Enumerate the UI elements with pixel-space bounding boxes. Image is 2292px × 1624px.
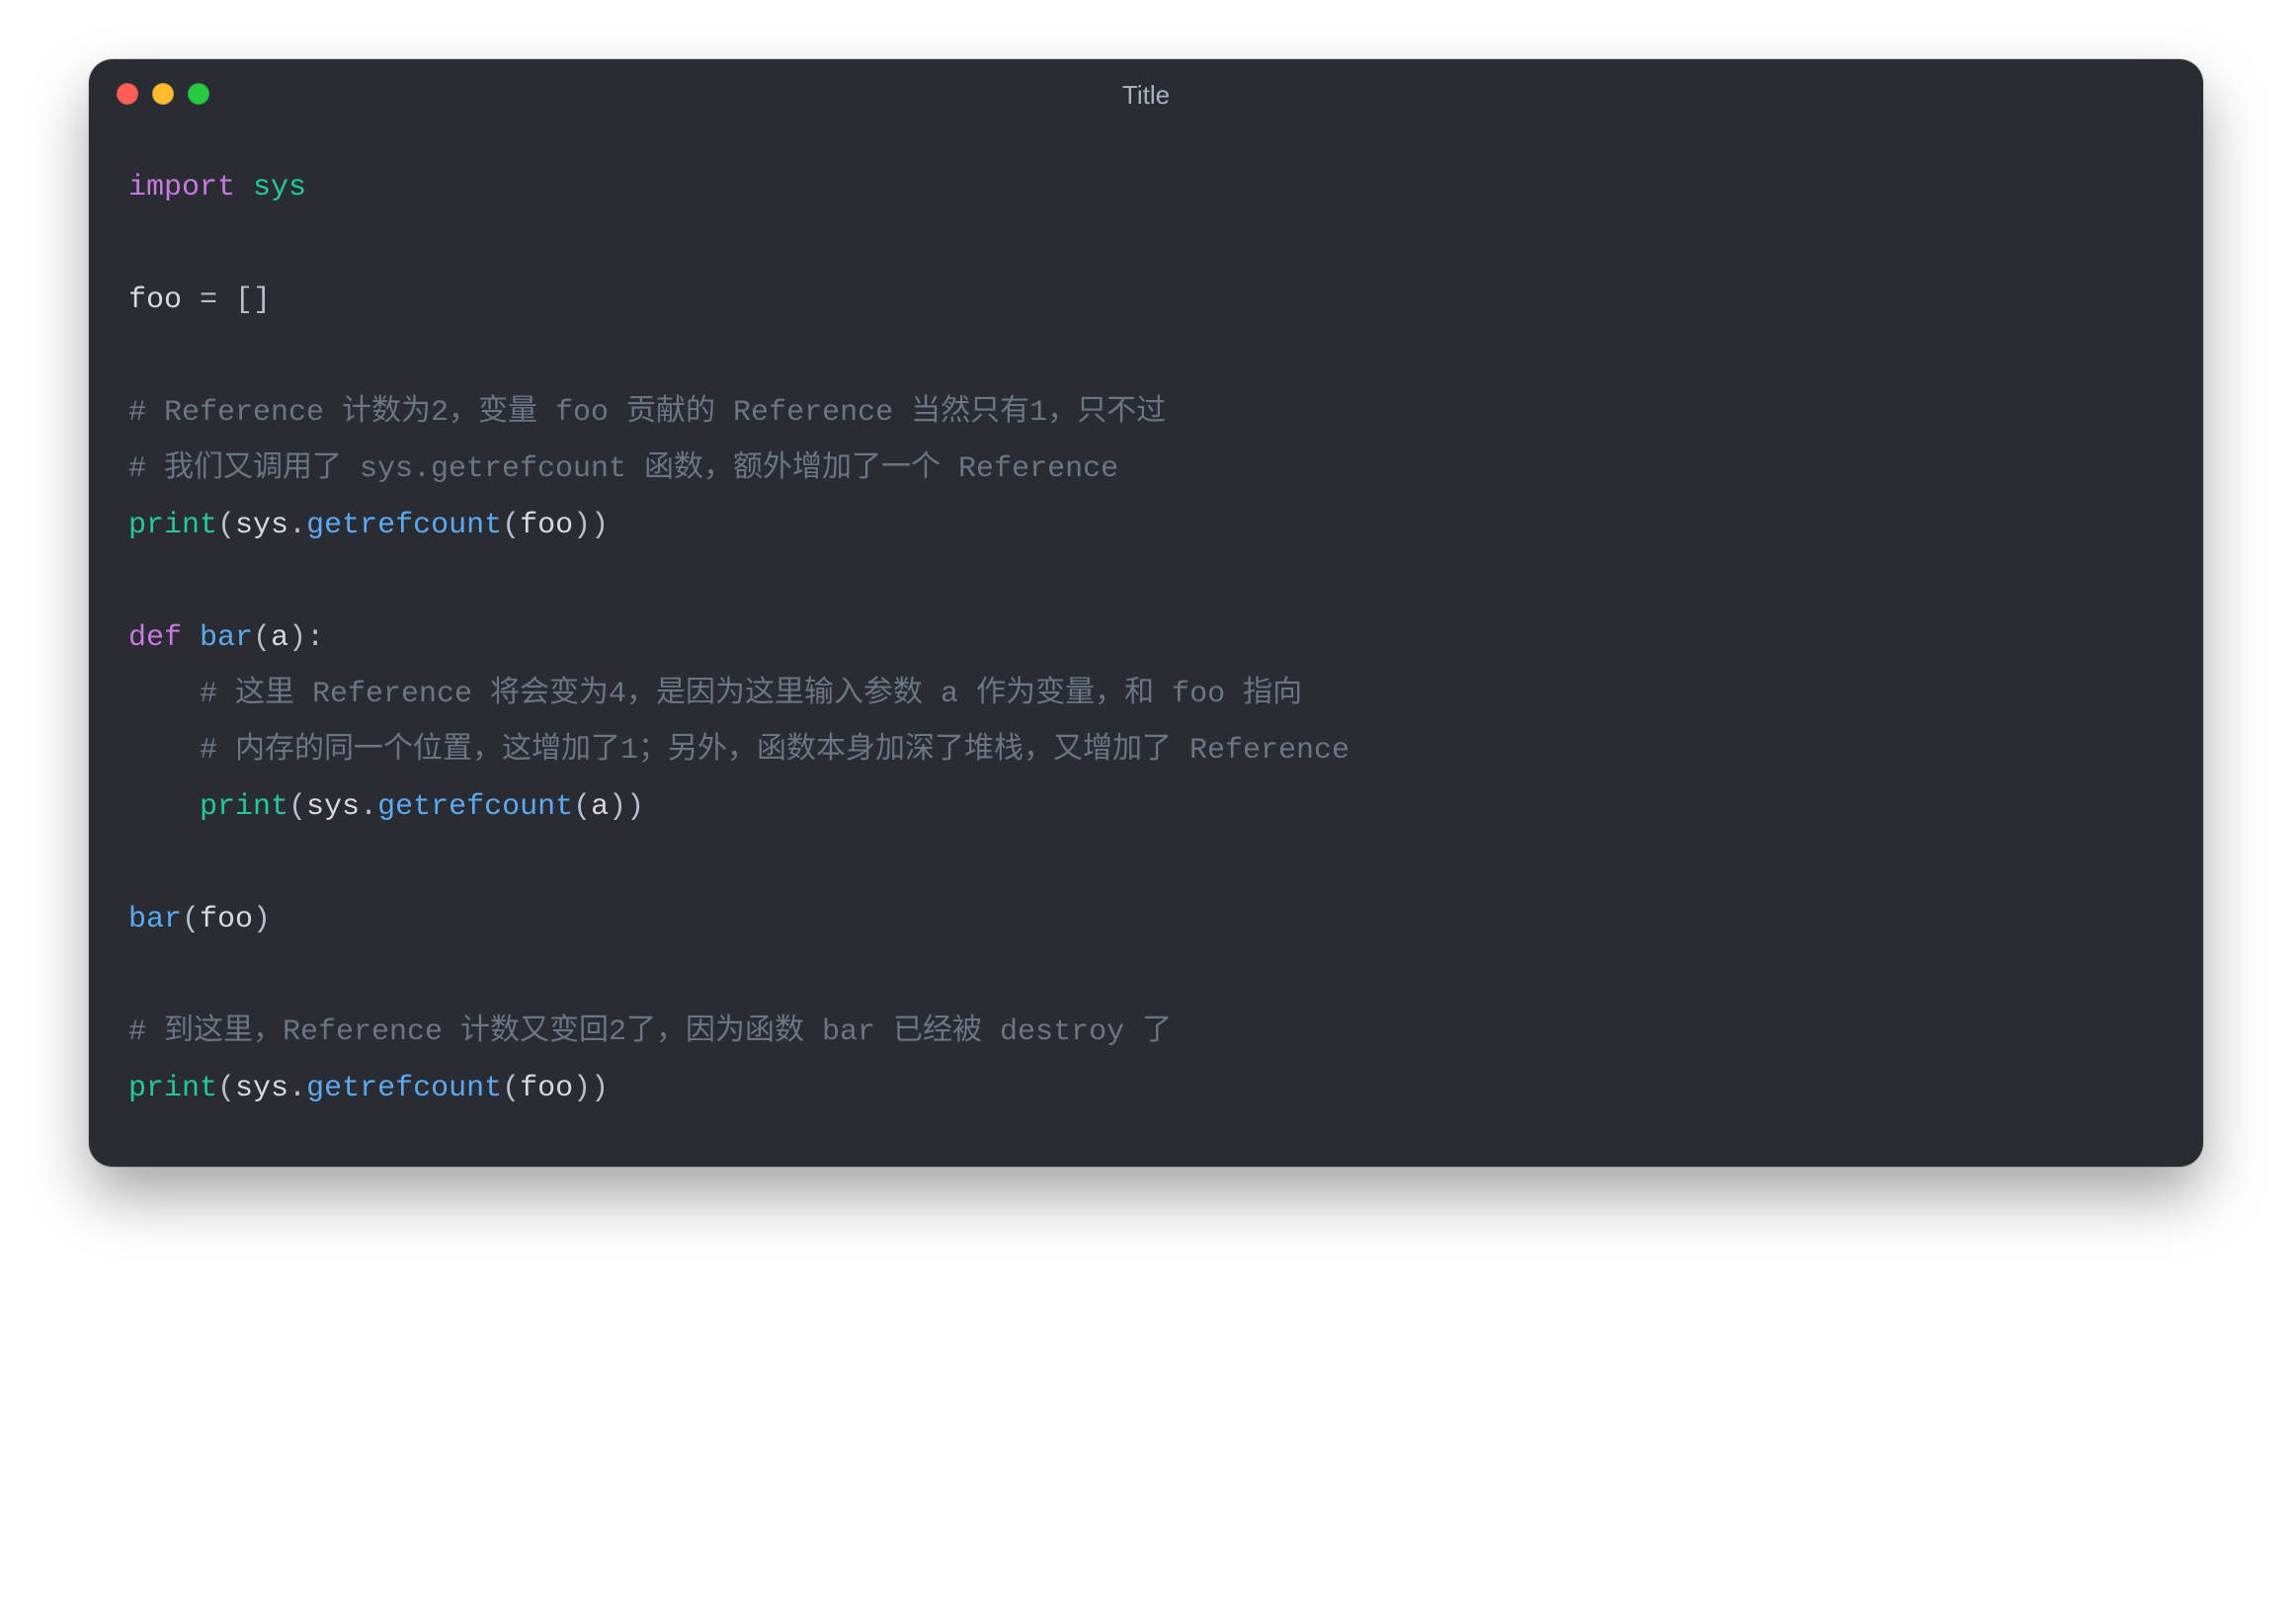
code-line: def bar(a): — [128, 610, 2164, 667]
token-pn: )) — [573, 1072, 609, 1105]
token-fn: bar — [128, 903, 182, 936]
token-pn: ) — [253, 903, 271, 936]
minimize-icon[interactable] — [152, 83, 174, 105]
token-fn: getrefcount — [306, 1072, 502, 1105]
token-pn: ( — [182, 903, 200, 936]
token-kw: import — [128, 171, 235, 204]
code-line: bar(foo) — [128, 892, 2164, 948]
token-cm: # 这里 Reference 将会变为4，是因为这里输入参数 a 作为变量，和 … — [200, 678, 1302, 711]
code-line: # 我们又调用了 sys.getrefcount 函数，额外增加了一个 Refe… — [128, 442, 2164, 498]
code-line: # 这里 Reference 将会变为4，是因为这里输入参数 a 作为变量，和 … — [128, 667, 2164, 723]
token-fn: getrefcount — [306, 509, 502, 542]
token-pn: ( — [253, 621, 271, 655]
code-line — [128, 554, 2164, 610]
token-cm: # 内存的同一个位置，这增加了1；另外，函数本身加深了堆栈，又增加了 Refer… — [200, 734, 1350, 768]
token-bi: sys — [253, 171, 306, 204]
token-id: foo — [520, 509, 573, 542]
token-fn: getrefcount — [377, 790, 573, 824]
code-line: print(sys.getrefcount(foo)) — [128, 1061, 2164, 1117]
token-id — [182, 621, 200, 655]
window-controls — [117, 83, 209, 105]
titlebar: Title — [89, 59, 2203, 130]
token-id: sys — [306, 790, 360, 824]
token-pn: ( — [217, 1072, 235, 1105]
token-pn: . — [360, 790, 377, 824]
code-line: import sys — [128, 160, 2164, 216]
code-line: foo = [] — [128, 273, 2164, 329]
token-cm: # Reference 计数为2，变量 foo 贡献的 Reference 当然… — [128, 396, 1166, 430]
token-pn: ( — [573, 790, 591, 824]
code-line: # Reference 计数为2，变量 foo 贡献的 Reference 当然… — [128, 385, 2164, 442]
code-window: Title import sys foo = [] # Reference 计数… — [89, 59, 2203, 1167]
token-id: sys — [235, 509, 288, 542]
token-pn: = — [200, 284, 217, 317]
code-line: print(sys.getrefcount(foo)) — [128, 498, 2164, 554]
token-pn: )) — [573, 509, 609, 542]
token-pn — [235, 171, 253, 204]
token-bi: print — [128, 1072, 217, 1105]
token-cm: # 我们又调用了 sys.getrefcount 函数，额外增加了一个 Refe… — [128, 452, 1118, 486]
token-id — [128, 734, 200, 768]
token-id: foo — [128, 284, 200, 317]
zoom-icon[interactable] — [188, 83, 209, 105]
token-pn: [] — [235, 284, 271, 317]
close-icon[interactable] — [117, 83, 138, 105]
token-pn: . — [288, 1072, 306, 1105]
code-editor[interactable]: import sys foo = [] # Reference 计数为2，变量 … — [89, 130, 2203, 1167]
code-line — [128, 836, 2164, 892]
token-kw: def — [128, 621, 182, 655]
code-line — [128, 948, 2164, 1005]
token-id: a — [271, 621, 288, 655]
code-line: # 到这里，Reference 计数又变回2了，因为函数 bar 已经被 des… — [128, 1005, 2164, 1061]
token-id — [128, 790, 200, 824]
token-bi: print — [128, 509, 217, 542]
token-fn: bar — [200, 621, 253, 655]
token-pn: ( — [502, 509, 520, 542]
token-cm: # 到这里，Reference 计数又变回2了，因为函数 bar 已经被 des… — [128, 1015, 1172, 1049]
token-id: sys — [235, 1072, 288, 1105]
code-line: # 内存的同一个位置，这增加了1；另外，函数本身加深了堆栈，又增加了 Refer… — [128, 723, 2164, 779]
code-line — [128, 329, 2164, 385]
token-id — [217, 284, 235, 317]
token-pn: ( — [502, 1072, 520, 1105]
token-pn: . — [288, 509, 306, 542]
token-bi: print — [200, 790, 288, 824]
token-id: foo — [200, 903, 253, 936]
token-pn: ( — [217, 509, 235, 542]
token-pn: ): — [288, 621, 324, 655]
code-line: print(sys.getrefcount(a)) — [128, 779, 2164, 836]
token-pn: ( — [288, 790, 306, 824]
token-id — [128, 678, 200, 711]
token-pn: )) — [609, 790, 644, 824]
code-line — [128, 216, 2164, 273]
token-id: a — [591, 790, 609, 824]
token-id: foo — [520, 1072, 573, 1105]
window-title: Title — [1122, 80, 1170, 111]
